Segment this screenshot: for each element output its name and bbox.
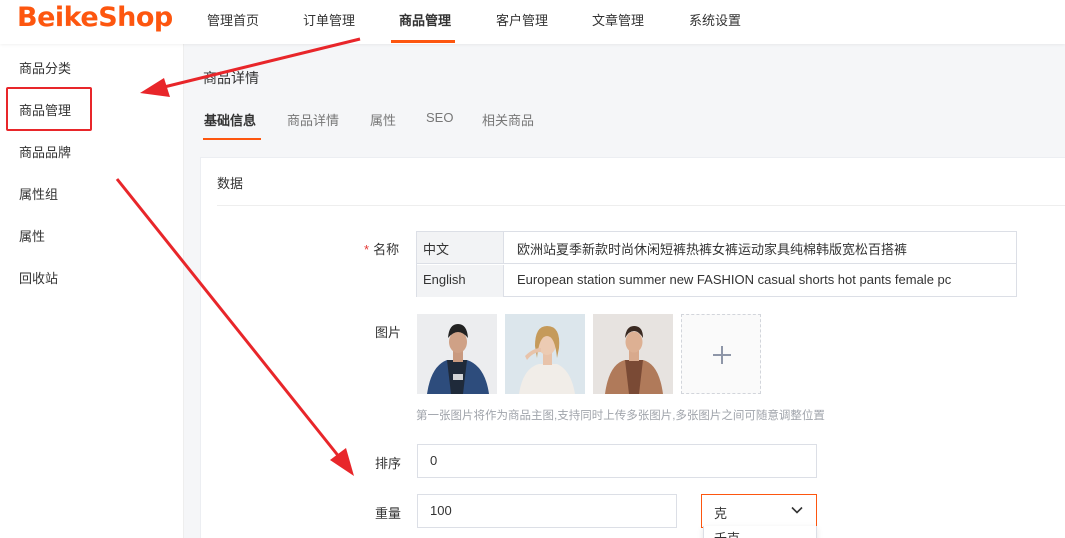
name-label: * 名称 — [364, 242, 400, 257]
nav-settings[interactable]: 系统设置 — [689, 10, 741, 30]
tab-active-indicator — [203, 138, 261, 140]
nav-active-indicator — [391, 40, 455, 43]
images-label: 图片 — [375, 325, 402, 340]
name-multilang-table: 中文 欧洲站夏季新款时尚休闲短裤热裤女裤运动家具纯棉韩版宽松百搭裤 Englis… — [416, 231, 1017, 297]
required-mark: * — [364, 242, 370, 257]
tab-seo[interactable]: SEO — [426, 110, 453, 125]
weight-label: 重量 — [375, 506, 402, 521]
product-image-1[interactable] — [417, 314, 497, 394]
nav-articles[interactable]: 文章管理 — [592, 10, 644, 30]
nav-dashboard[interactable]: 管理首页 — [207, 10, 259, 30]
logo[interactable]: BeikeShop — [17, 2, 173, 33]
sort-label: 排序 — [375, 456, 402, 471]
section-title: 数据 — [217, 176, 244, 191]
sidebar-item-categories[interactable]: 商品分类 — [19, 58, 71, 77]
name-row-zh: 中文 欧洲站夏季新款时尚休闲短裤热裤女裤运动家具纯棉韩版宽松百搭裤 — [417, 232, 1016, 264]
nav-products[interactable]: 商品管理 — [399, 10, 451, 30]
tab-attributes[interactable]: 属性 — [370, 110, 396, 129]
dropdown-option-kg[interactable]: 千克 — [714, 531, 740, 538]
weight-unit-value: 克 — [714, 506, 728, 521]
weight-unit-select[interactable]: 克 — [701, 494, 817, 528]
images-hint: 第一张图片将作为商品主图,支持同时上传多张图片,多张图片之间可随意调整位置 — [416, 410, 825, 422]
tab-product-details[interactable]: 商品详情 — [287, 110, 339, 129]
sidebar-item-attribute-groups[interactable]: 属性组 — [19, 184, 58, 203]
image-upload-button[interactable] — [681, 314, 761, 394]
page-title: 商品详情 — [203, 70, 259, 86]
nav-customers[interactable]: 客户管理 — [496, 10, 548, 30]
tab-basic-info[interactable]: 基础信息 — [204, 110, 256, 129]
nav-orders[interactable]: 订单管理 — [303, 10, 355, 30]
lang-label-en: English — [417, 265, 504, 297]
top-bar: BeikeShop 管理首页 订单管理 商品管理 客户管理 文章管理 系统设置 — [0, 0, 1065, 44]
name-input-en[interactable]: European station summer new FASHION casu… — [505, 265, 1015, 297]
name-row-en: English European station summer new FASH… — [417, 265, 1016, 297]
sort-input[interactable]: 0 — [417, 444, 817, 478]
sidebar-item-brands[interactable]: 商品品牌 — [19, 142, 71, 161]
product-image-3[interactable] — [593, 314, 673, 394]
lang-label-zh: 中文 — [417, 232, 504, 263]
section-divider — [217, 205, 1065, 206]
chevron-down-icon — [791, 506, 803, 514]
annotation-highlight-sidebar — [6, 87, 92, 131]
sidebar-item-attributes[interactable]: 属性 — [19, 226, 45, 245]
weight-unit-dropdown[interactable]: 千克 — [703, 526, 817, 538]
tab-related-products[interactable]: 相关商品 — [482, 110, 534, 129]
product-image-2[interactable] — [505, 314, 585, 394]
sidebar-item-recycle-bin[interactable]: 回收站 — [19, 268, 58, 287]
name-input-zh[interactable]: 欧洲站夏季新款时尚休闲短裤热裤女裤运动家具纯棉韩版宽松百搭裤 — [505, 232, 1015, 263]
weight-input[interactable]: 100 — [417, 494, 677, 528]
